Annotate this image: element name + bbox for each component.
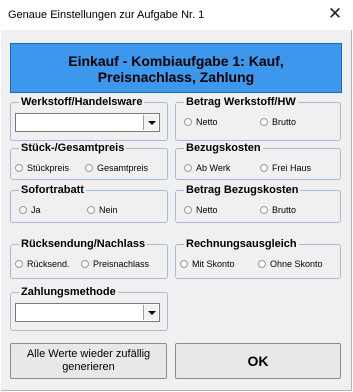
group-ruecksendung: Rücksendung/Nachlass Rücksend. Preisnach… bbox=[10, 237, 168, 279]
radio-betrag-werkstoff-brutto[interactable]: Brutto bbox=[260, 117, 296, 127]
radio-label: Nein bbox=[99, 205, 118, 215]
dialog-body: Einkauf - Kombiaufgabe 1: Kauf, Preisnac… bbox=[1, 30, 352, 391]
group-stueckpreis: Stück-/Gesamtpreis Stückpreis Gesamtprei… bbox=[10, 141, 168, 180]
group-werkstoff: Werkstoff/Handelsware bbox=[10, 95, 168, 141]
ok-button[interactable]: OK bbox=[175, 343, 341, 379]
group-title-zahlungsmethode: Zahlungsmethode bbox=[19, 285, 118, 299]
radio-circle-icon bbox=[15, 164, 23, 172]
werkstoff-combobox[interactable] bbox=[15, 113, 160, 132]
radio-label: Netto bbox=[196, 117, 218, 127]
radio-label: Ja bbox=[31, 205, 41, 215]
radio-mit-skonto[interactable]: Mit Skonto bbox=[180, 259, 235, 269]
radio-circle-icon bbox=[19, 206, 27, 214]
regenerate-button-line-2: generieren bbox=[62, 361, 115, 373]
radio-circle-icon bbox=[81, 260, 89, 268]
zahlungsmethode-dropdown-button[interactable] bbox=[143, 305, 158, 320]
radio-bezugskosten-netto[interactable]: Netto bbox=[184, 205, 218, 215]
group-betrag-werkstoff: Betrag Werkstoff/HW Netto Brutto bbox=[175, 95, 341, 141]
radio-stueckpreis[interactable]: Stückpreis bbox=[15, 163, 69, 173]
radio-gesamtpreis[interactable]: Gesamtpreis bbox=[85, 163, 148, 173]
werkstoff-dropdown-button[interactable] bbox=[143, 115, 158, 130]
radio-circle-icon bbox=[85, 164, 93, 172]
group-title-sofortrabatt: Sofortrabatt bbox=[19, 183, 86, 197]
radio-circle-icon bbox=[87, 206, 95, 214]
radio-label: Preisnachlass bbox=[93, 259, 150, 269]
radio-preisnachlass[interactable]: Preisnachlass bbox=[81, 259, 149, 269]
chevron-down-icon bbox=[148, 311, 156, 315]
group-title-rechnungsausgleich: Rechnungsausgleich bbox=[184, 237, 299, 251]
title-bar: Genaue Einstellungen zur Aufgabe Nr. 1 ✕ bbox=[0, 0, 353, 30]
radio-label: Ohne Skonto bbox=[270, 259, 323, 269]
radio-circle-icon bbox=[260, 164, 268, 172]
radio-label: Frei Haus bbox=[272, 163, 312, 173]
radio-sofortrabatt-ja[interactable]: Ja bbox=[19, 205, 41, 215]
radio-betrag-werkstoff-netto[interactable]: Netto bbox=[184, 117, 218, 127]
radio-sofortrabatt-nein[interactable]: Nein bbox=[87, 205, 118, 215]
group-title-betrag-bezugskosten: Betrag Bezugskosten bbox=[184, 183, 301, 197]
radio-circle-icon bbox=[260, 118, 268, 126]
group-sofortrabatt: Sofortrabatt Ja Nein bbox=[10, 183, 168, 223]
radio-frei-haus[interactable]: Frei Haus bbox=[260, 163, 311, 173]
group-title-ruecksendung: Rücksendung/Nachlass bbox=[19, 237, 148, 251]
radio-label: Rücksend. bbox=[27, 259, 70, 269]
radio-ohne-skonto[interactable]: Ohne Skonto bbox=[258, 259, 323, 269]
radio-label: Mit Skonto bbox=[192, 259, 235, 269]
task-banner: Einkauf - Kombiaufgabe 1: Kauf, Preisnac… bbox=[10, 43, 342, 93]
radio-circle-icon bbox=[184, 206, 192, 214]
radio-label: Netto bbox=[196, 205, 218, 215]
radio-label: Ab Werk bbox=[196, 163, 231, 173]
group-rechnungsausgleich: Rechnungsausgleich Mit Skonto Ohne Skont… bbox=[175, 237, 341, 279]
group-title-stueckpreis: Stück-/Gesamtpreis bbox=[19, 141, 127, 155]
radio-ruecksendung[interactable]: Rücksend. bbox=[15, 259, 70, 269]
group-betrag-bezugskosten: Betrag Bezugskosten Netto Brutto bbox=[175, 183, 341, 223]
radio-ab-werk[interactable]: Ab Werk bbox=[184, 163, 230, 173]
zahlungsmethode-combobox[interactable] bbox=[15, 303, 160, 322]
window-title: Genaue Einstellungen zur Aufgabe Nr. 1 bbox=[8, 9, 205, 21]
radio-circle-icon bbox=[184, 118, 192, 126]
group-title-werkstoff: Werkstoff/Handelsware bbox=[19, 95, 145, 109]
radio-label: Brutto bbox=[272, 117, 297, 127]
radio-circle-icon bbox=[184, 164, 192, 172]
radio-label: Brutto bbox=[272, 205, 297, 215]
radio-circle-icon bbox=[258, 260, 266, 268]
banner-line-2: Preisnachlass, Zahlung bbox=[97, 69, 255, 85]
group-zahlungsmethode: Zahlungsmethode bbox=[10, 285, 168, 331]
ok-button-label: OK bbox=[247, 353, 269, 369]
radio-label: Gesamtpreis bbox=[97, 163, 149, 173]
regenerate-button-line-1: Alle Werte wieder zufällig bbox=[26, 348, 151, 360]
radio-label: Stückpreis bbox=[27, 163, 70, 173]
regenerate-random-values-button[interactable]: Alle Werte wieder zufällig generieren bbox=[10, 343, 167, 379]
chevron-down-icon bbox=[148, 121, 156, 125]
radio-circle-icon bbox=[180, 260, 188, 268]
radio-circle-icon bbox=[15, 260, 23, 268]
radio-circle-icon bbox=[260, 206, 268, 214]
radio-bezugskosten-brutto[interactable]: Brutto bbox=[260, 205, 296, 215]
group-title-bezugskosten: Bezugskosten bbox=[184, 141, 263, 155]
group-bezugskosten: Bezugskosten Ab Werk Frei Haus bbox=[175, 141, 341, 180]
banner-line-1: Einkauf - Kombiaufgabe 1: Kauf, bbox=[68, 53, 284, 69]
close-icon[interactable]: ✕ bbox=[325, 3, 345, 25]
group-title-betrag-werkstoff: Betrag Werkstoff/HW bbox=[184, 95, 298, 109]
